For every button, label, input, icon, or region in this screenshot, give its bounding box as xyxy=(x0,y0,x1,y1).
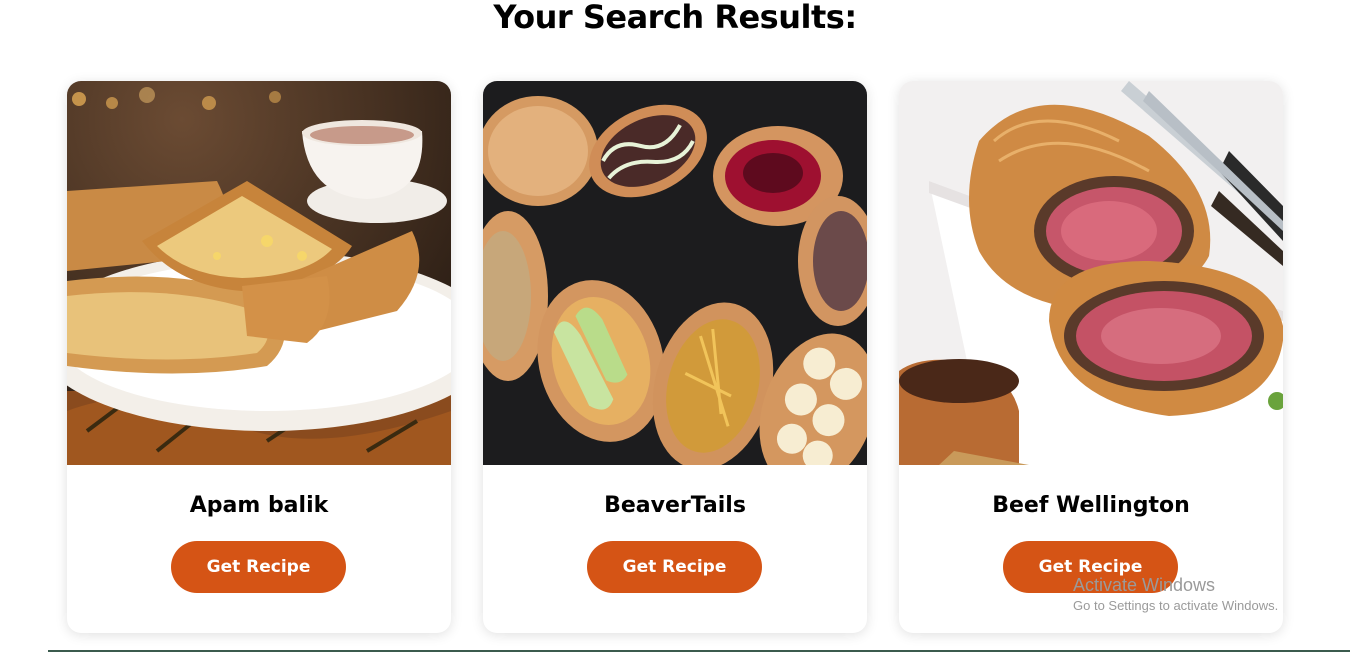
get-recipe-button[interactable]: Get Recipe xyxy=(587,541,762,593)
recipe-card: Beef Wellington Get Recipe xyxy=(899,81,1283,633)
watermark-title: Activate Windows xyxy=(1073,575,1216,595)
recipe-title: BeaverTails xyxy=(604,493,746,518)
recipe-title: Apam balik xyxy=(189,493,329,518)
recipe-title: Beef Wellington xyxy=(992,493,1190,518)
recipe-image-beef-wellington xyxy=(899,81,1283,465)
recipe-card: Apam balik Get Recipe xyxy=(67,81,451,633)
windows-activation-watermark: Activate Windows Go to Settings to activ… xyxy=(1073,574,1278,616)
page-title: Your Search Results: xyxy=(493,0,857,36)
get-recipe-button[interactable]: Get Recipe xyxy=(171,541,346,593)
recipe-image-apam-balik xyxy=(67,81,451,465)
recipe-card: BeaverTails Get Recipe xyxy=(483,81,867,633)
recipe-image-beavertails xyxy=(483,81,867,465)
watermark-subtitle: Go to Settings to activate Windows. xyxy=(1073,598,1279,613)
